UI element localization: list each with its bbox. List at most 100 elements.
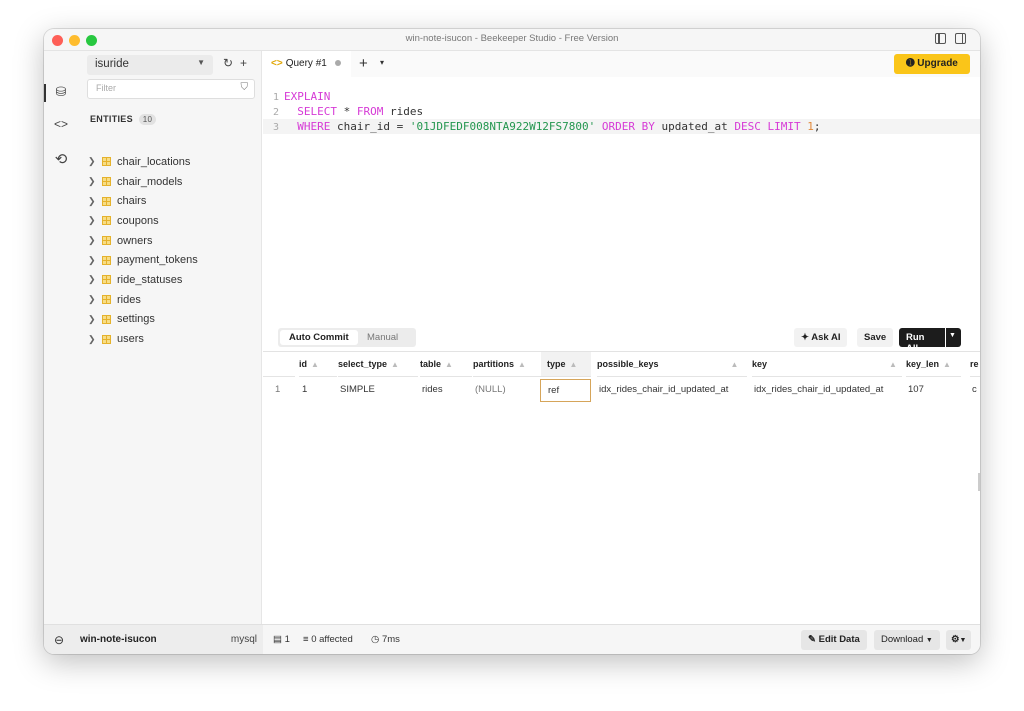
grid-cell[interactable]: 107: [908, 379, 924, 402]
table-item[interactable]: ❯ chair_models: [88, 172, 198, 192]
funnel-icon[interactable]: ⛉: [241, 82, 249, 93]
vertical-scrollbar[interactable]: [978, 473, 980, 491]
download-label: Download: [881, 634, 924, 645]
table-item[interactable]: ❯ payment_tokens: [88, 250, 198, 270]
refresh-icon[interactable]: ↻: [223, 56, 233, 70]
column-header[interactable]: id ▲: [299, 352, 337, 377]
results-status-bar: ▤ 1 ≡ 0 affected ◷ 7ms ✎ Edit Data Downl…: [263, 624, 980, 654]
chevron-right-icon[interactable]: ❯: [88, 334, 102, 345]
column-header[interactable]: select_type ▲: [338, 352, 418, 377]
sql-editor[interactable]: 1 EXPLAIN 2 SELECT * FROM rides 3 WHERE c…: [263, 77, 980, 321]
table-item-label: rides: [117, 293, 141, 306]
database-icon[interactable]: ⛁: [52, 84, 70, 102]
chevron-right-icon[interactable]: ❯: [88, 294, 102, 305]
chevron-right-icon[interactable]: ❯: [88, 176, 102, 187]
database-name: isuride: [95, 58, 129, 70]
unsaved-dot-icon[interactable]: [334, 60, 341, 66]
commit-mode-toggle: Auto Commit Manual: [278, 328, 416, 347]
sort-icon[interactable]: ▲: [943, 360, 951, 369]
edit-data-button[interactable]: ✎ Edit Data: [801, 630, 867, 650]
entities-label: ENTITIES: [90, 114, 133, 124]
sql-token: ;: [813, 120, 821, 133]
download-button[interactable]: Download ▼: [874, 630, 940, 650]
rows-count-value: 1: [284, 634, 290, 645]
chevron-right-icon[interactable]: ❯: [88, 235, 102, 246]
column-header-label: id: [299, 359, 307, 369]
settings-button[interactable]: ⚙▼: [946, 630, 972, 650]
sort-icon[interactable]: ▲: [518, 360, 526, 369]
connection-name[interactable]: win-note-isucon: [80, 634, 157, 645]
sort-icon[interactable]: ▲: [731, 360, 739, 369]
table-list: ❯ chair_locations ❯ chair_models ❯ chairs ❯…: [88, 152, 198, 349]
history-icon[interactable]: ⟲: [52, 150, 70, 168]
grid-cell[interactable]: 1: [302, 379, 307, 402]
table-item[interactable]: ❯ rides: [88, 290, 198, 310]
column-header-label: type: [547, 359, 566, 369]
run-all-button[interactable]: Run All: [899, 328, 945, 354]
new-tab-button[interactable]: +: [359, 55, 368, 72]
sql-keyword: DESC LIMIT: [734, 120, 801, 133]
grid-cell[interactable]: (NULL): [475, 379, 506, 402]
query-toolbar: Auto Commit Manual ✦ Ask AI Save Run All…: [263, 327, 980, 354]
table-item[interactable]: ❯ users: [88, 329, 198, 349]
tab-menu-button[interactable]: ▾: [380, 58, 384, 67]
table-item[interactable]: ❯ coupons: [88, 211, 198, 231]
sort-icon[interactable]: ▲: [889, 360, 897, 369]
toggle-sidebar-icon[interactable]: [935, 33, 946, 44]
code-line-1: 1 EXPLAIN: [263, 89, 980, 104]
table-item[interactable]: ❯ chairs: [88, 191, 198, 211]
column-header-label: key_len: [906, 359, 940, 369]
column-header[interactable]: type ▲: [541, 352, 591, 377]
toggle-panel-icon[interactable]: [955, 33, 966, 44]
chevron-right-icon[interactable]: ❯: [88, 196, 102, 207]
manual-commit-option[interactable]: Manual: [358, 330, 407, 345]
sidebar: isuride ▼ ↻ + Filter ⛉ ENTITIES 10 ❯ chai…: [78, 51, 262, 624]
chevron-right-icon[interactable]: ❯: [88, 255, 102, 266]
affected-count-value: 0 affected: [311, 634, 353, 645]
query-time-value: 7ms: [381, 634, 400, 645]
sort-icon[interactable]: ▲: [445, 360, 453, 369]
database-select[interactable]: isuride ▼: [87, 55, 213, 75]
chevron-right-icon[interactable]: ❯: [88, 314, 102, 325]
column-header[interactable]: table ▲: [420, 352, 472, 377]
table-item[interactable]: ❯ ride_statuses: [88, 270, 198, 290]
connection-type: mysql: [230, 634, 257, 645]
column-header[interactable]: partitions ▲: [473, 352, 541, 377]
grid-cell[interactable]: rides: [422, 379, 443, 402]
chevron-right-icon[interactable]: ❯: [88, 156, 102, 167]
row-number-header: [263, 352, 295, 377]
column-header[interactable]: key ▲: [752, 352, 902, 377]
sort-icon[interactable]: ▲: [570, 360, 578, 369]
run-options-chevron-icon[interactable]: ▼: [946, 328, 961, 347]
table-item[interactable]: ❯ chair_locations: [88, 152, 198, 172]
entities-count-badge: 10: [138, 114, 157, 125]
sort-icon[interactable]: ▲: [311, 360, 319, 369]
grid-cell[interactable]: idx_rides_chair_id_updated_at: [754, 379, 883, 402]
selected-grid-cell[interactable]: ref: [540, 379, 591, 402]
link-icon[interactable]: ⊖: [54, 633, 64, 647]
grid-cell[interactable]: SIMPLE: [340, 379, 375, 402]
save-button[interactable]: Save: [857, 328, 894, 347]
ask-ai-button[interactable]: ✦ Ask AI: [794, 328, 848, 347]
chevron-right-icon[interactable]: ❯: [88, 274, 102, 285]
sql-keyword: ORDER BY: [595, 120, 655, 133]
sql-identifier: chair_id =: [330, 120, 410, 133]
add-connection-icon[interactable]: +: [240, 56, 247, 70]
sort-icon[interactable]: ▲: [391, 360, 399, 369]
table-item[interactable]: ❯ owners: [88, 231, 198, 251]
column-header[interactable]: re: [970, 352, 980, 377]
column-header-label: possible_keys: [597, 359, 659, 369]
table-item-label: owners: [117, 234, 153, 247]
chevron-down-icon: ▼: [925, 637, 933, 644]
grid-cell[interactable]: idx_rides_chair_id_updated_at: [599, 379, 728, 402]
grid-cell[interactable]: c: [972, 379, 977, 402]
auto-commit-option[interactable]: Auto Commit: [280, 330, 358, 345]
table-item[interactable]: ❯ settings: [88, 310, 198, 330]
filter-input[interactable]: Filter ⛉: [87, 79, 255, 99]
chevron-right-icon[interactable]: ❯: [88, 215, 102, 226]
column-header[interactable]: key_len ▲: [906, 352, 961, 377]
code-icon[interactable]: <>: [52, 117, 70, 135]
upgrade-button[interactable]: ➊ Upgrade: [894, 54, 970, 74]
column-header[interactable]: possible_keys ▲: [597, 352, 747, 377]
tab-query-1[interactable]: <> Query #1: [263, 51, 351, 77]
